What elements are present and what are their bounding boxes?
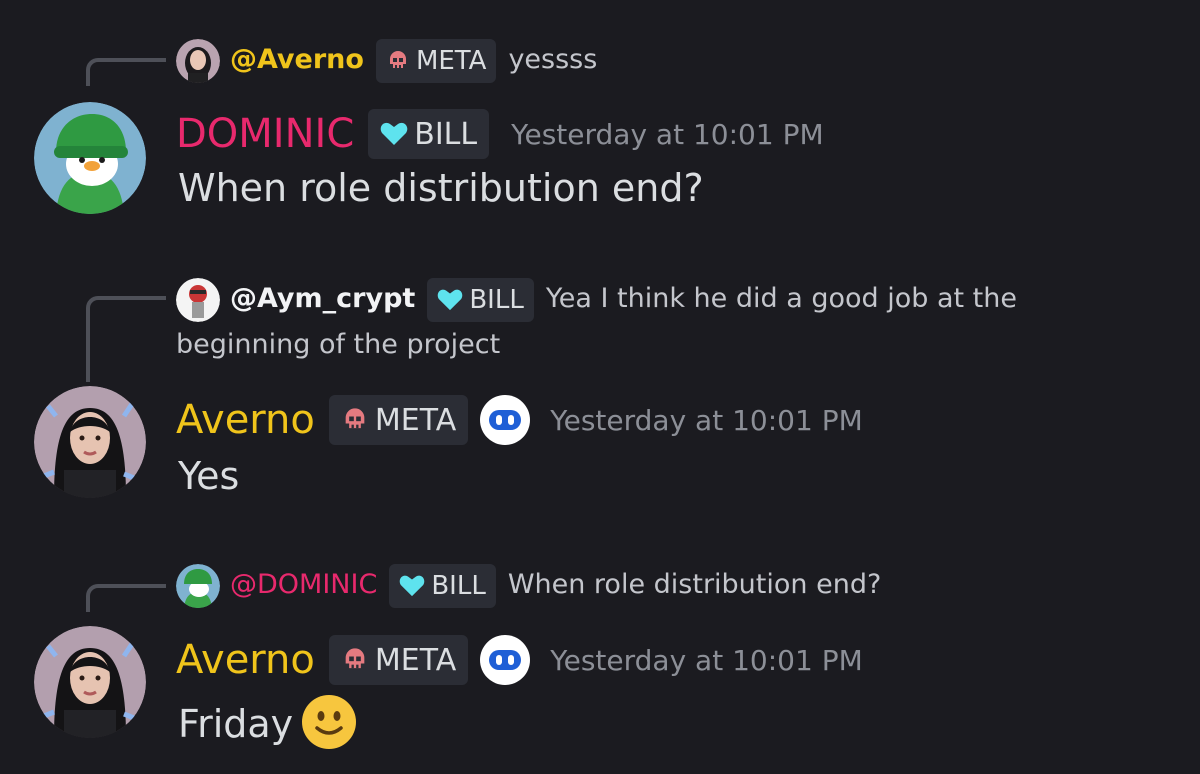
timestamp[interactable]: Yesterday at 10:01 PM <box>550 404 863 437</box>
role-tag[interactable]: BILL <box>389 563 496 608</box>
aym-crypt-mini-avatar <box>176 277 220 322</box>
reply-preview[interactable]: @Averno META yessss <box>176 37 597 83</box>
message-text: Yes <box>178 454 240 498</box>
message-header: Averno META Yesterday at 10:01 PM <box>176 394 863 446</box>
averno-avatar[interactable] <box>34 386 146 498</box>
slightly-smiling-face-icon <box>301 694 357 759</box>
reply-text-line-1: Yea I think he did a good job at the <box>545 283 1017 314</box>
role-tag[interactable]: META <box>328 395 469 445</box>
role-tag[interactable]: META <box>328 635 469 685</box>
reply-spine <box>86 296 166 382</box>
dominic-mini-avatar <box>176 563 220 608</box>
author-name[interactable]: Averno <box>176 397 315 443</box>
averno-avatar[interactable] <box>34 626 146 738</box>
averno-mini-avatar <box>176 38 220 83</box>
role-tag-label: META <box>374 642 457 678</box>
message-text: Friday <box>178 702 294 746</box>
role-tag-label: META <box>374 402 457 438</box>
skull-icon <box>389 50 406 68</box>
reply-spine <box>86 584 166 612</box>
robot-face-icon[interactable] <box>480 395 531 445</box>
skull-icon <box>345 408 365 429</box>
role-tag[interactable]: META <box>375 38 497 83</box>
role-tag[interactable]: BILL <box>368 109 490 159</box>
message-text-row: Friday <box>178 694 357 759</box>
reply-preview[interactable]: @DOMINIC BILL When role distribution end… <box>176 562 881 608</box>
reply-preview[interactable]: @Aym_crypt BILL Yea I think he did a goo… <box>176 276 1056 368</box>
heart-icon <box>380 122 408 145</box>
reply-author[interactable]: @DOMINIC <box>230 569 377 600</box>
author-name[interactable]: DOMINIC <box>176 111 354 157</box>
dominic-avatar[interactable] <box>34 102 146 214</box>
reply-text: When role distribution end? <box>507 569 882 600</box>
timestamp[interactable]: Yesterday at 10:01 PM <box>550 644 863 677</box>
role-tag-label: META <box>415 45 487 76</box>
author-name[interactable]: Averno <box>176 637 315 683</box>
role-tag-label: BILL <box>431 570 486 601</box>
reply-text-line-2: beginning of the project <box>176 329 501 360</box>
reply-author[interactable]: @Averno <box>230 44 364 75</box>
message-header: Averno META Yesterday at 10:01 PM <box>176 634 863 686</box>
reply-spine <box>86 58 166 86</box>
role-tag[interactable]: BILL <box>427 277 534 322</box>
skull-icon <box>345 648 365 669</box>
reply-author[interactable]: @Aym_crypt <box>230 283 415 314</box>
timestamp[interactable]: Yesterday at 10:01 PM <box>511 118 824 151</box>
role-tag-label: BILL <box>414 116 478 152</box>
robot-face-icon[interactable] <box>480 635 531 685</box>
heart-icon <box>400 575 425 596</box>
message-header: DOMINIC BILL Yesterday at 10:01 PM <box>176 108 824 160</box>
role-tag-label: BILL <box>469 284 524 315</box>
message-text: When role distribution end? <box>178 166 704 210</box>
reply-text: yessss <box>508 44 598 75</box>
heart-icon <box>438 289 463 310</box>
